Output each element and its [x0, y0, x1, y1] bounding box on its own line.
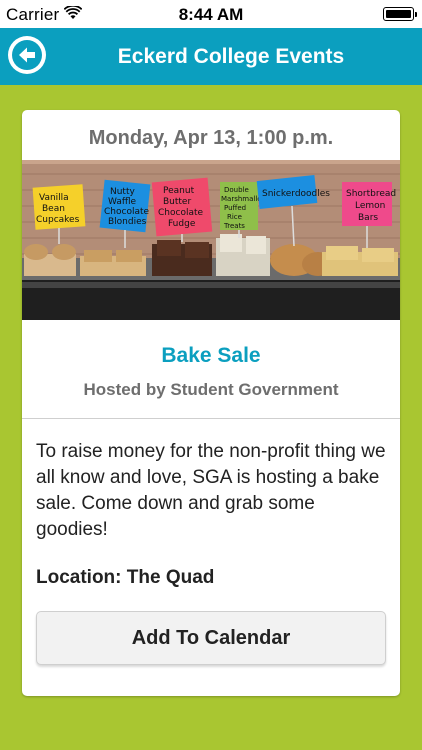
svg-text:Bars: Bars [358, 213, 378, 223]
svg-text:Butter: Butter [163, 197, 191, 207]
event-description: To raise money for the non-profit thing … [36, 441, 386, 540]
svg-text:Treats: Treats [223, 222, 245, 230]
svg-text:Chocolate: Chocolate [158, 208, 203, 218]
clock: 8:44 AM [178, 5, 244, 24]
event-date: Monday, Apr 13, 1:00 p.m. [88, 127, 334, 149]
event-host: Hosted by Student Government [83, 380, 339, 399]
svg-text:Cupcakes: Cupcakes [36, 215, 80, 225]
nav-bar: Eckerd College Events [0, 28, 422, 85]
status-bar: Carrier 8:44 AM [0, 0, 422, 28]
svg-text:Double: Double [224, 186, 249, 194]
svg-text:Rice: Rice [227, 213, 242, 221]
svg-text:Blondies: Blondies [108, 217, 147, 227]
event-photo: VanillaBeanCupcakes NuttyWaffleChocolate… [22, 160, 400, 320]
svg-text:Bean: Bean [42, 204, 65, 214]
battery-icon [383, 7, 417, 21]
svg-text:Nutty: Nutty [110, 187, 135, 197]
back-button[interactable] [8, 36, 46, 74]
svg-text:Snickerdoodles: Snickerdoodles [262, 189, 330, 199]
svg-text:Puffed: Puffed [224, 204, 246, 212]
svg-text:Fudge: Fudge [168, 219, 196, 229]
event-title: Bake Sale [161, 344, 261, 367]
svg-text:Waffle: Waffle [108, 197, 137, 207]
event-card: Monday, Apr 13, 1:00 p.m. Vanilla Bean C… [22, 110, 400, 696]
divider [22, 418, 400, 419]
event-location: Location: The Quad [36, 567, 215, 588]
svg-text:Peanut: Peanut [163, 186, 195, 196]
back-arrow-icon [19, 47, 35, 63]
svg-text:Lemon: Lemon [355, 201, 385, 211]
page-title: Eckerd College Events [117, 45, 345, 68]
svg-text:Shortbread: Shortbread [346, 189, 396, 199]
svg-text:Vanilla: Vanilla [39, 193, 69, 203]
svg-text:Chocolate: Chocolate [104, 207, 149, 217]
add-to-calendar-button[interactable]: Add To Calendar [36, 611, 386, 665]
